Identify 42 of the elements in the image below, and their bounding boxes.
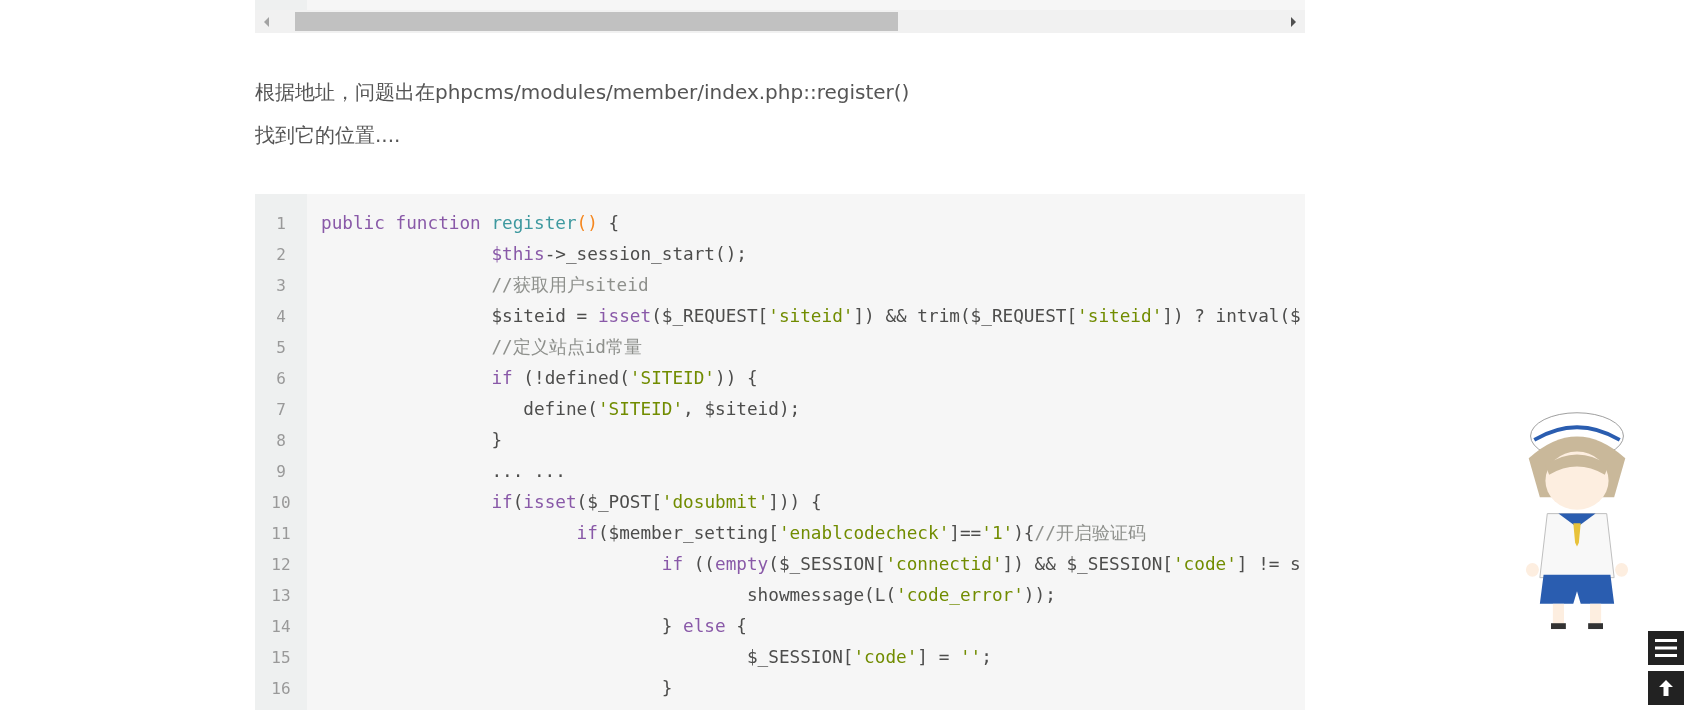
line-number: 13	[270, 585, 292, 607]
code-line: $siteid = isset($_REQUEST['siteid']) && trim($_REQUEST['siteid']) ? intval($	[490, 305, 1301, 328]
scrollbar-thumb[interactable]	[295, 12, 898, 31]
line-number: 11	[270, 523, 292, 545]
line-number: 7	[275, 399, 287, 421]
code-line: }	[660, 677, 674, 700]
paragraph: 找到它的位置....	[255, 122, 402, 149]
horizontal-scrollbar[interactable]	[255, 10, 1305, 33]
code-line: } else {	[660, 615, 748, 638]
line-number: 14	[270, 616, 292, 638]
code-line: if(isset($_POST['dosubmit'])) {	[490, 491, 823, 514]
menu-button[interactable]	[1648, 631, 1684, 665]
line-number: 15	[270, 647, 292, 669]
code-line: if ((empty($_SESSION['connectid']) && $_SESSION['code'] != s	[660, 553, 1301, 576]
code-line: public function register() {	[321, 212, 621, 235]
line-number: 12	[270, 554, 292, 576]
code-line: define('SITEID', $siteid);	[522, 398, 802, 421]
line-number: 10	[270, 492, 292, 514]
arrow-up-icon	[1659, 680, 1673, 696]
line-number: 4	[275, 306, 287, 328]
line-number: 1	[275, 213, 287, 235]
code-line: if($member_setting['enablcodecheck']=='1'){//开启验证码	[575, 522, 1147, 545]
code-line: showmessage(L('code_error'));	[745, 584, 1057, 607]
line-number: 5	[275, 337, 287, 359]
line-number: 16	[270, 678, 292, 700]
line-number: 3	[275, 275, 287, 297]
scroll-right-icon	[1289, 16, 1297, 27]
code-line: //获取用户siteid	[490, 274, 650, 297]
line-number: 2	[275, 244, 287, 266]
code-line: if (!defined('SITEID')) {	[490, 367, 759, 390]
back-to-top-button[interactable]	[1648, 671, 1684, 705]
code-line: $this->_session_start();	[490, 243, 748, 266]
line-number: 9	[275, 461, 287, 483]
code-line: //定义站点id常量	[490, 336, 643, 359]
line-number: 8	[275, 430, 287, 452]
code-line: ... ...	[490, 460, 567, 483]
paragraph: 根据地址，问题出在phpcms/modules/member/index.php::register()	[255, 79, 911, 106]
code-line: }	[490, 429, 504, 452]
code-line: $_SESSION['code'] = '';	[745, 646, 993, 669]
menu-icon	[1655, 639, 1677, 657]
line-number: 6	[275, 368, 287, 390]
scroll-left-icon	[263, 16, 271, 27]
